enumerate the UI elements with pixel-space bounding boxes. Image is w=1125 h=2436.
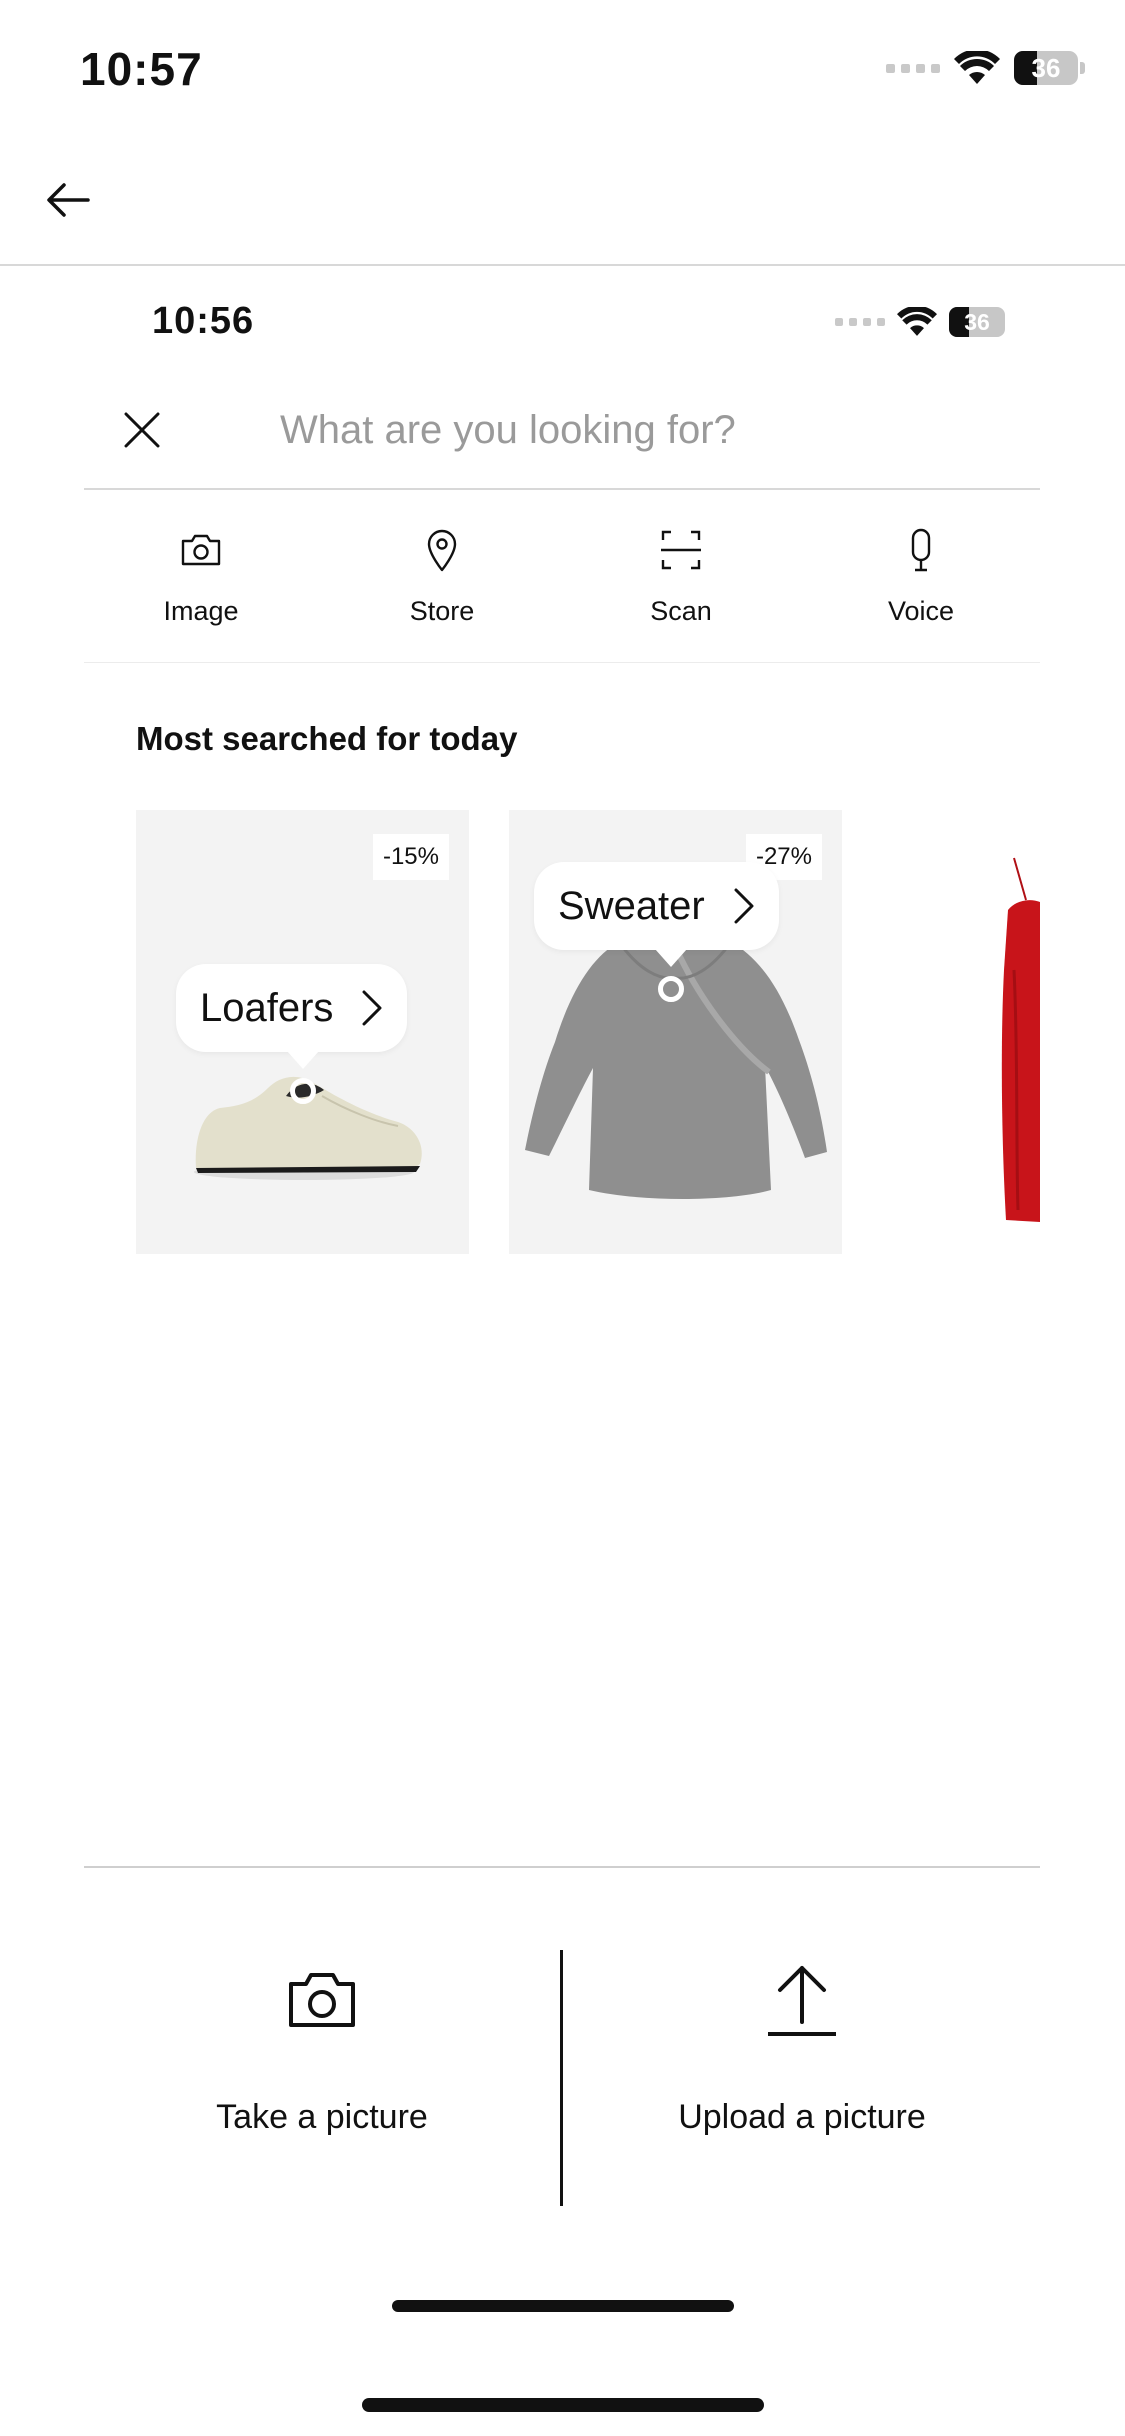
- wifi-icon: [954, 51, 1000, 84]
- discount-badge: -15%: [372, 834, 449, 880]
- red-dress-image: [1001, 857, 1040, 1222]
- arrow-left-icon: [47, 183, 90, 217]
- actions-divider: [560, 1950, 563, 2206]
- hotspot-dot[interactable]: [658, 976, 684, 1002]
- status-time: 10:57: [80, 43, 203, 95]
- loafers-tag[interactable]: Loafers: [176, 964, 408, 1052]
- store-label: Store: [409, 596, 475, 626]
- cellular-signal-icon: [886, 63, 940, 73]
- scan-icon: [661, 530, 701, 570]
- search-input[interactable]: [280, 400, 840, 460]
- voice-search-button[interactable]: Voice: [831, 520, 1011, 640]
- inner-status-time: 10:56: [152, 300, 255, 342]
- battery-icon: 36: [1014, 51, 1078, 85]
- sweater-tag[interactable]: Sweater: [534, 862, 779, 950]
- tag-pointer: [655, 949, 687, 967]
- image-search-button[interactable]: Image: [111, 520, 291, 640]
- bottom-divider: [84, 1866, 1040, 1868]
- store-search-button[interactable]: Store: [352, 520, 532, 640]
- upload-icon: [768, 1966, 836, 2036]
- inner-status-icons: 36: [835, 302, 1005, 342]
- close-icon: [124, 412, 160, 448]
- voice-label: Voice: [887, 596, 955, 626]
- status-icons: 36: [886, 46, 1085, 90]
- inner-home-indicator: [392, 2300, 734, 2312]
- home-indicator[interactable]: [362, 2398, 764, 2412]
- battery-icon: 36: [949, 307, 1005, 337]
- tag-label: Loafers: [200, 985, 334, 1030]
- chevron-right-icon: [362, 990, 382, 1026]
- product-card-dress[interactable]: [990, 850, 1040, 1230]
- scan-search-button[interactable]: Scan: [591, 520, 771, 640]
- upload-picture-label: Upload a picture: [678, 2098, 926, 2136]
- tag-label: Sweater: [558, 883, 705, 928]
- battery-cap: [1080, 62, 1085, 74]
- wifi-icon: [897, 307, 937, 336]
- take-picture-button[interactable]: Take a picture: [132, 1950, 512, 2210]
- search-divider: [84, 488, 1040, 490]
- chevron-right-icon: [734, 888, 754, 924]
- cellular-signal-icon: [835, 318, 885, 326]
- camera-icon: [289, 1973, 355, 2027]
- location-pin-icon: [427, 529, 457, 572]
- back-button[interactable]: [44, 180, 104, 230]
- scan-label: Scan: [650, 596, 712, 626]
- header-divider: [0, 264, 1125, 266]
- close-button[interactable]: [120, 408, 164, 452]
- upload-picture-button[interactable]: Upload a picture: [612, 1950, 992, 2210]
- modes-divider: [84, 662, 1040, 663]
- tag-pointer: [287, 1051, 319, 1069]
- section-title: Most searched for today: [136, 720, 518, 757]
- hotspot-dot[interactable]: [290, 1078, 316, 1104]
- battery-level-text: 36: [964, 309, 990, 335]
- take-picture-label: Take a picture: [216, 2098, 428, 2136]
- camera-icon: [181, 534, 221, 566]
- image-label: Image: [163, 596, 239, 626]
- microphone-icon: [911, 528, 931, 572]
- battery-level-text: 36: [1031, 53, 1061, 83]
